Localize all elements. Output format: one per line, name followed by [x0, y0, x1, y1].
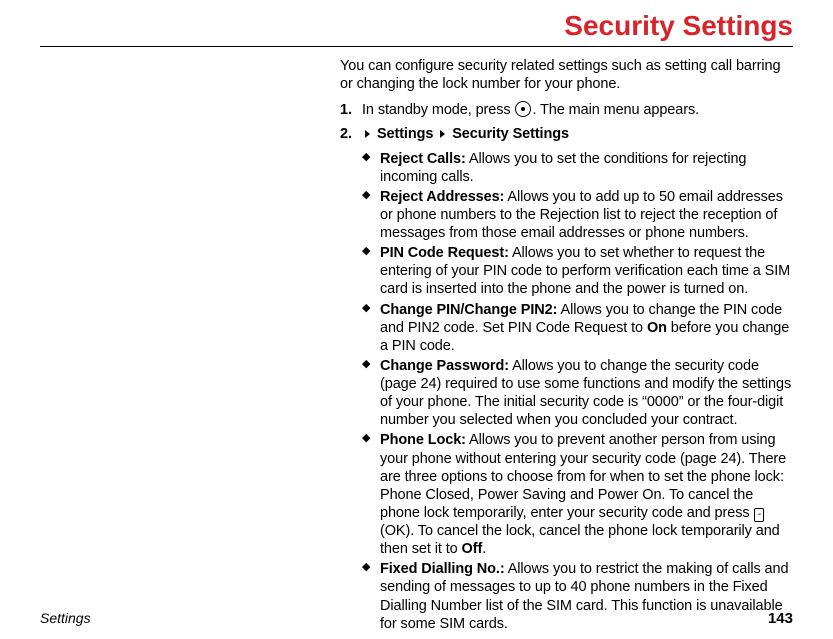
page-footer: Settings 143	[40, 610, 793, 627]
feature-label: Change PIN/Change PIN2:	[380, 302, 557, 318]
step-number: 2.	[340, 125, 352, 143]
footer-page-number: 143	[768, 610, 793, 627]
softkey-icon: -	[754, 508, 764, 522]
step-number: 1.	[340, 101, 352, 119]
step-2: 2. Settings Security Settings	[340, 125, 793, 143]
nav-settings: Settings	[377, 126, 433, 142]
step-1: 1. In standby mode, press . The main men…	[340, 101, 793, 119]
feature-label: Change Password:	[380, 358, 509, 374]
feature-label: Phone Lock:	[380, 432, 466, 448]
feature-text: (OK). To cancel the lock, cancel the pho…	[380, 523, 780, 557]
on-value: On	[647, 320, 667, 336]
title-rule	[40, 46, 793, 47]
feature-phone-lock: Phone Lock: Allows you to prevent anothe…	[362, 431, 793, 558]
content-column: You can configure security related setti…	[340, 57, 793, 633]
intro-paragraph: You can configure security related setti…	[340, 57, 793, 93]
steps-list: 1. In standby mode, press . The main men…	[340, 101, 793, 143]
feature-label: Reject Calls:	[380, 151, 466, 167]
nav-arrow-icon	[440, 130, 445, 138]
feature-reject-calls: Reject Calls: Allows you to set the cond…	[362, 150, 793, 186]
feature-label: Reject Addresses:	[380, 189, 504, 205]
step-1-text-a: In standby mode, press	[362, 102, 514, 118]
step-1-text-b: . The main menu appears.	[532, 102, 699, 118]
off-value: Off	[462, 541, 483, 557]
nav-arrow-icon	[365, 130, 370, 138]
feature-text: .	[482, 541, 486, 557]
feature-change-password: Change Password: Allows you to change th…	[362, 357, 793, 430]
page-title: Security Settings	[40, 10, 793, 42]
feature-pin-request: PIN Code Request: Allows you to set whet…	[362, 244, 793, 298]
feature-label: Fixed Dialling No.:	[380, 561, 505, 577]
nav-security-settings: Security Settings	[452, 126, 569, 142]
footer-section: Settings	[40, 610, 91, 626]
feature-change-pin: Change PIN/Change PIN2: Allows you to ch…	[362, 301, 793, 355]
center-key-icon	[515, 101, 531, 117]
feature-list: Reject Calls: Allows you to set the cond…	[340, 150, 793, 633]
feature-label: PIN Code Request:	[380, 245, 509, 261]
feature-reject-addresses: Reject Addresses: Allows you to add up t…	[362, 188, 793, 242]
manual-page: Security Settings You can configure secu…	[0, 0, 833, 639]
